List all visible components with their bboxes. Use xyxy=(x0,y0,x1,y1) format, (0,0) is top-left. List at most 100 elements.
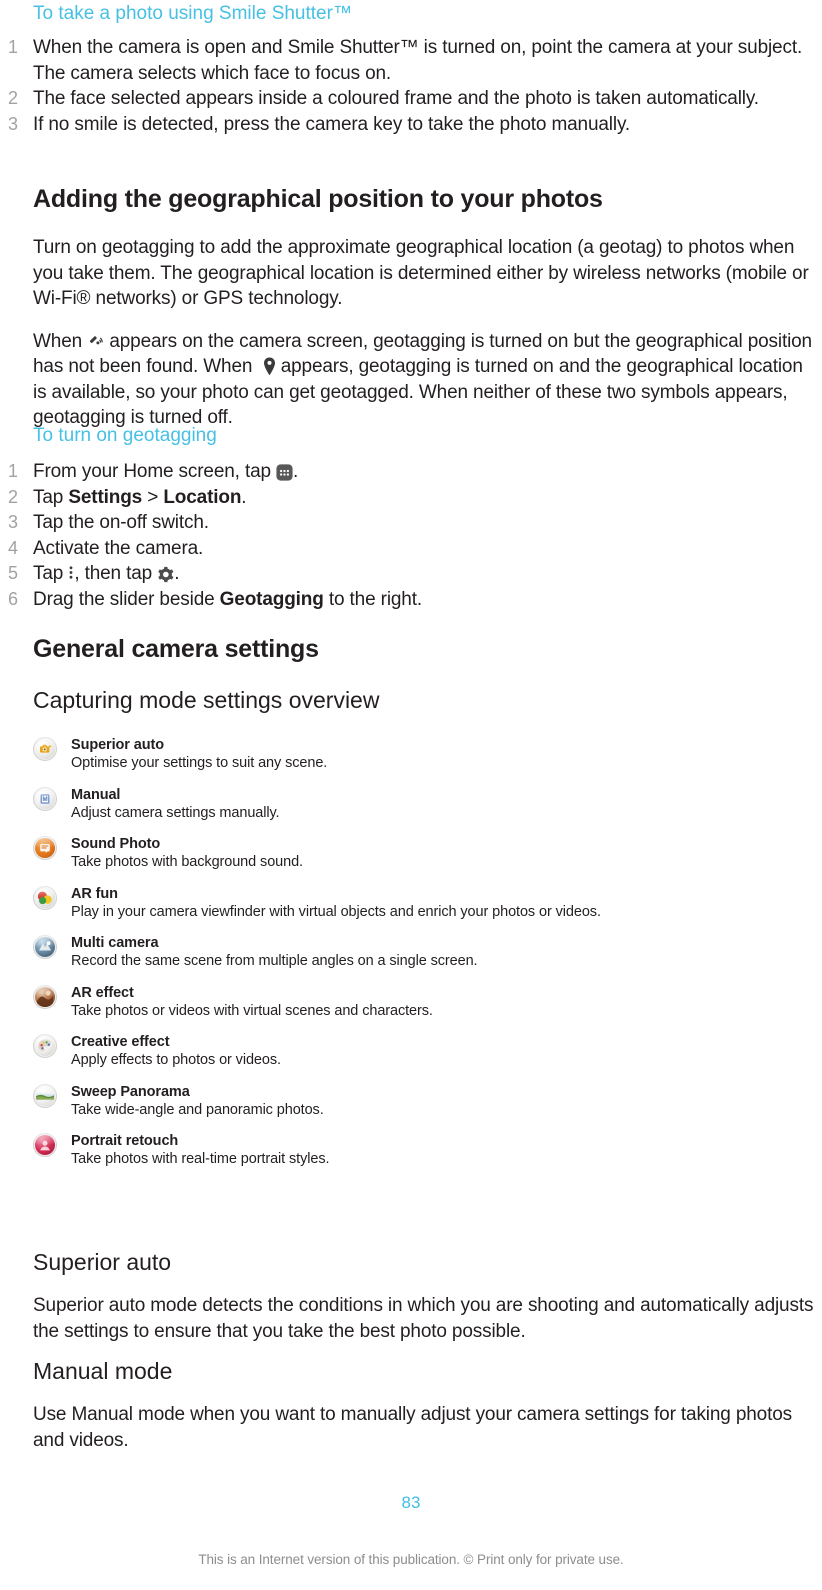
mode-row-portrait-retouch: Portrait retouch Take photos with real-t… xyxy=(33,1132,818,1168)
list-item: 1 When the camera is open and Smile Shut… xyxy=(0,35,822,86)
general-camera-settings-section: General camera settings Capturing mode s… xyxy=(0,634,822,1182)
step-text-end: . xyxy=(241,486,247,508)
chevron-separator: > xyxy=(147,486,159,508)
step-text: Tap xyxy=(33,563,64,584)
step-number: 3 xyxy=(8,113,18,134)
ar-fun-icon xyxy=(33,885,57,910)
list-item: 4 Activate the camera. xyxy=(0,536,822,562)
mode-row-manual: M Manual Adjust camera settings manually… xyxy=(33,786,818,822)
step-text: Tap xyxy=(33,486,64,508)
copyright-notice: This is an Internet version of this publ… xyxy=(198,1552,624,1567)
geotagging-symbols-paragraph: When appears on the camera screen, geota… xyxy=(0,329,822,431)
manual-page: To take a photo using Smile Shutter™ 1 W… xyxy=(0,0,822,1590)
page-number: 83 xyxy=(401,1493,421,1512)
mode-row-sweep-panorama: Sweep Panorama Take wide-angle and panor… xyxy=(33,1083,818,1119)
geotagging-heading: Adding the geographical position to your… xyxy=(33,185,603,213)
step-number: 2 xyxy=(8,486,18,507)
ar-effect-icon xyxy=(33,984,57,1009)
step-text: The face selected appears inside a colou… xyxy=(33,88,759,109)
capturing-mode-subheading: Capturing mode settings overview xyxy=(33,687,380,713)
geotagging-section: Adding the geographical position to your… xyxy=(0,184,822,431)
location-label: Location xyxy=(163,486,242,508)
step-text: Drag the slider beside xyxy=(33,588,215,610)
list-item: 2 Tap Settings > Location. xyxy=(0,485,822,511)
mode-description: Adjust camera settings manually. xyxy=(71,804,280,821)
list-item: 5 Tap , then tap . xyxy=(0,561,822,587)
manual-mode-heading: Manual mode xyxy=(33,1358,173,1384)
step-number: 4 xyxy=(8,537,18,558)
list-item: 2 The face selected appears inside a col… xyxy=(0,86,822,112)
mode-title: Creative effect xyxy=(71,1034,170,1050)
list-item: 6 Drag the slider beside Geotagging to t… xyxy=(0,587,822,613)
general-camera-settings-heading: General camera settings xyxy=(33,635,319,663)
sweep-panorama-icon xyxy=(33,1083,57,1108)
smile-shutter-heading: To take a photo using Smile Shutter™ xyxy=(33,3,352,24)
step-number: 2 xyxy=(8,88,18,108)
mode-description: Optimise your settings to suit any scene… xyxy=(71,755,328,771)
step-number: 5 xyxy=(8,563,18,583)
portrait-retouch-icon xyxy=(33,1133,57,1157)
step-number: 3 xyxy=(8,512,18,532)
step-number: 6 xyxy=(8,588,18,609)
creative-effect-icon xyxy=(33,1034,57,1058)
mode-row-multi-camera: Multi camera Record the same scene from … xyxy=(33,934,818,970)
superior-auto-paragraph: Superior auto mode detects the condition… xyxy=(33,1295,814,1342)
smile-shutter-steps: 1 When the camera is open and Smile Shut… xyxy=(0,35,822,137)
step-number: 1 xyxy=(8,37,18,57)
location-pin-icon xyxy=(263,357,276,376)
step-text-end: . xyxy=(293,461,299,482)
superior-auto-section: Superior auto Superior auto mode detects… xyxy=(0,1248,822,1344)
mode-title: Manual xyxy=(71,786,121,803)
list-item: 3 Tap the on-off switch. xyxy=(0,510,822,536)
turn-on-geotagging-steps: 1 From your Home screen, tap . 2 Tap Set… xyxy=(0,459,822,612)
superior-auto-heading: Superior auto xyxy=(33,1249,172,1275)
mode-row-ar-effect: AR effect Take photos or videos with vir… xyxy=(33,984,818,1020)
mode-row-ar-fun: AR fun Play in your camera viewfinder wi… xyxy=(33,885,818,921)
step-text: Activate the camera. xyxy=(33,537,204,559)
geotagging-paragraph-part-1: When xyxy=(33,330,83,352)
step-text: Tap the on-off switch. xyxy=(33,512,209,533)
turn-on-geotagging-section: To turn on geotagging 1 From your Home s… xyxy=(0,424,822,612)
step-text-end: . xyxy=(174,563,180,584)
mode-row-creative-effect: Creative effect Apply effects to photos … xyxy=(33,1033,818,1069)
step-number: 1 xyxy=(8,461,18,481)
mode-description: Play in your camera viewfinder with virt… xyxy=(71,903,601,920)
svg-text:M: M xyxy=(42,796,47,803)
mode-title: Multi camera xyxy=(71,935,159,951)
smile-shutter-section: To take a photo using Smile Shutter™ 1 W… xyxy=(0,2,822,137)
geotagging-label: Geotagging xyxy=(219,588,324,610)
mode-row-sound-photo: Sound Photo Take photos with background … xyxy=(33,835,818,871)
mode-title: Portrait retouch xyxy=(71,1133,179,1149)
turn-on-geotagging-heading: To turn on geotagging xyxy=(33,425,217,446)
sound-photo-icon xyxy=(33,836,57,860)
step-text: When the camera is open and Smile Shutte… xyxy=(33,37,803,84)
manual-mode-paragraph: Use Manual mode when you want to manuall… xyxy=(33,1404,792,1451)
settings-label: Settings xyxy=(68,486,143,508)
mode-title: Sweep Panorama xyxy=(71,1083,190,1100)
manual-mode-section: Manual mode Use Manual mode when you wan… xyxy=(0,1357,822,1453)
mode-title: AR fun xyxy=(71,885,118,902)
superior-auto-icon xyxy=(33,737,57,761)
geotagging-intro-paragraph: Turn on geotagging to add the approximat… xyxy=(33,237,809,309)
mode-description: Take photos with background sound. xyxy=(71,854,303,870)
capturing-mode-list: Superior auto Optimise your settings to … xyxy=(0,736,822,1168)
step-text-end: to the right. xyxy=(328,588,422,610)
mode-description: Take photos or videos with virtual scene… xyxy=(71,1002,433,1019)
mode-description: Record the same scene from multiple angl… xyxy=(71,953,478,969)
step-text: If no smile is detected, press the camer… xyxy=(33,113,631,135)
list-item: 1 From your Home screen, tap . xyxy=(0,459,822,485)
multi-camera-icon xyxy=(33,935,57,959)
gps-searching-icon xyxy=(87,333,104,350)
step-text: From your Home screen, tap xyxy=(33,461,271,482)
list-item: 3 If no smile is detected, press the cam… xyxy=(0,112,822,138)
overflow-menu-icon xyxy=(68,564,74,581)
mode-title: AR effect xyxy=(71,984,134,1001)
mode-description: Take wide-angle and panoramic photos. xyxy=(71,1101,324,1118)
mode-description: Apply effects to photos or videos. xyxy=(71,1052,281,1068)
mode-title: Sound Photo xyxy=(71,836,161,852)
mode-description: Take photos with real-time portrait styl… xyxy=(71,1151,330,1167)
mode-title: Superior auto xyxy=(71,737,164,753)
step-text-mid: , then tap xyxy=(74,563,153,584)
mode-row-superior-auto: Superior auto Optimise your settings to … xyxy=(33,736,818,772)
manual-icon: M xyxy=(33,786,57,811)
